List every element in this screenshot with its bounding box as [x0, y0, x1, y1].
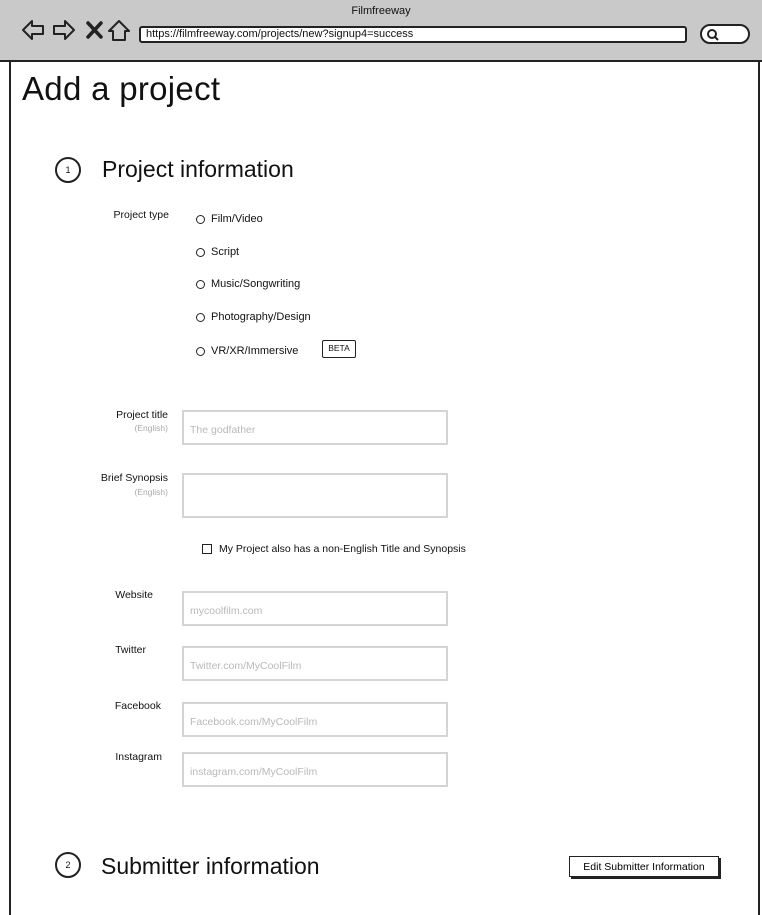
instagram-label: Instagram	[115, 751, 162, 763]
radio-label: Script	[211, 246, 240, 258]
browser-search-button[interactable]	[700, 24, 750, 44]
radio-button[interactable]	[196, 312, 205, 322]
browser-chrome: Filmfreeway https://filmfreeway.com/proj…	[0, 0, 762, 62]
page-frame-right	[758, 62, 760, 915]
website-label: Website	[115, 589, 153, 601]
project-title-sublabel: (English)	[134, 423, 168, 433]
radio-film-video[interactable]: Film/Video	[196, 212, 263, 226]
project-title-input[interactable]	[182, 410, 448, 445]
beta-badge: BETA	[322, 340, 356, 358]
edit-submitter-information-button[interactable]: Edit Submitter Information	[569, 856, 719, 877]
website-input[interactable]	[182, 591, 448, 626]
step-2-bubble: 2	[55, 852, 81, 878]
non-english-option[interactable]: My Project also has a non-English Title …	[202, 543, 466, 555]
twitter-input[interactable]	[182, 646, 448, 681]
back-arrow-icon[interactable]	[21, 18, 45, 42]
page-frame-left	[9, 62, 11, 915]
radio-button[interactable]	[196, 214, 205, 224]
radio-label: Music/Songwriting	[211, 278, 301, 290]
radio-button[interactable]	[196, 247, 205, 257]
non-english-checkbox-label: My Project also has a non-English Title …	[219, 543, 466, 555]
radio-label: Film/Video	[211, 213, 263, 225]
radio-label: Photography/Design	[211, 311, 311, 323]
window-title: Filmfreeway	[351, 5, 411, 17]
radio-vr-xr-immersive[interactable]: VR/XR/Immersive	[196, 344, 298, 358]
radio-label: VR/XR/Immersive	[211, 345, 299, 357]
search-icon	[707, 29, 719, 41]
radio-button[interactable]	[196, 346, 205, 356]
url-bar[interactable]: https://filmfreeway.com/projects/new?sig…	[139, 26, 687, 43]
radio-music-songwriting[interactable]: Music/Songwriting	[196, 277, 300, 291]
section-heading-submitter-information: Submitter information	[101, 853, 320, 879]
home-icon[interactable]	[107, 18, 131, 42]
forward-arrow-icon[interactable]	[52, 18, 76, 42]
facebook-label: Facebook	[114, 700, 161, 712]
brief-synopsis-label: Brief Synopsis	[100, 472, 168, 484]
non-english-checkbox[interactable]	[202, 544, 212, 554]
project-type-label: Project type	[113, 209, 169, 221]
step-number: 2	[65, 860, 71, 870]
section-heading-project-information: Project information	[102, 156, 294, 182]
twitter-label: Twitter	[115, 644, 146, 656]
facebook-input[interactable]	[182, 702, 448, 737]
brief-synopsis-input[interactable]	[182, 473, 448, 518]
page-title: Add a project	[22, 70, 221, 107]
step-1-bubble: 1	[55, 157, 81, 183]
radio-photography-design[interactable]: Photography/Design	[196, 310, 311, 324]
project-title-label: Project title	[116, 409, 168, 421]
brief-synopsis-sublabel: (English)	[134, 487, 168, 497]
step-number: 1	[65, 165, 71, 175]
radio-button[interactable]	[196, 279, 205, 289]
radio-script[interactable]: Script	[196, 245, 239, 259]
close-icon[interactable]	[83, 18, 107, 42]
instagram-input[interactable]	[182, 752, 448, 787]
